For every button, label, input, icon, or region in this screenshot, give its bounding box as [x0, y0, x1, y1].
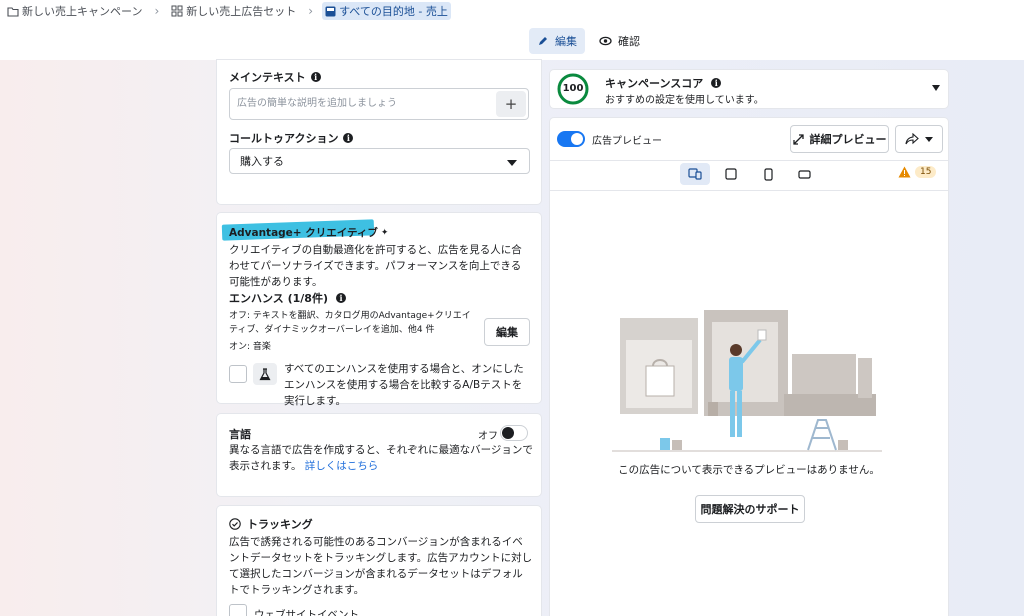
flask-icon — [259, 367, 271, 380]
campaign-score-subtitle: おすすめの設定を使用しています。 — [605, 95, 764, 106]
warning-indicator[interactable]: 15 — [898, 166, 937, 178]
mode-tabs: 編集 確認 — [529, 28, 648, 54]
advantage-title-row: Advantage+ クリエイティブ ✦ — [229, 225, 388, 240]
chevron-right-icon: › — [154, 4, 160, 18]
tab-review[interactable]: 確認 — [591, 28, 648, 54]
phone-icon — [763, 167, 773, 181]
ab-test-description: すべてのエンハンスを使用する場合と、オンにしたエンハンスを使用する場合を比較する… — [284, 363, 524, 407]
chevron-right-icon: › — [308, 4, 314, 18]
device-vertical-button[interactable] — [753, 163, 783, 185]
tracking-heading: トラッキング — [229, 516, 313, 532]
pencil-icon — [539, 37, 547, 45]
website-events-checkbox[interactable] — [229, 604, 247, 616]
breadcrumb-ad-label: すべての目的地 - 売上 — [339, 5, 448, 18]
grid-icon — [171, 5, 183, 17]
breadcrumb-ad[interactable]: すべての目的地 - 売上 — [322, 2, 451, 20]
devices-icon — [688, 168, 702, 180]
preview-toggle[interactable] — [557, 131, 585, 147]
cta-label: コールトゥアクション — [229, 132, 339, 145]
info-icon[interactable]: i — [343, 133, 354, 143]
cta-select[interactable]: 購入する — [229, 148, 530, 174]
language-description-text: 異なる言語で広告を作成すると、それぞれに最適なバージョンで表示されます。 — [229, 444, 533, 472]
tab-edit[interactable]: 編集 — [529, 28, 585, 54]
device-square-button[interactable] — [716, 163, 746, 185]
check-circle-icon — [229, 518, 241, 530]
add-main-text-button[interactable]: + — [496, 91, 526, 117]
caret-down-icon — [507, 160, 517, 166]
eye-icon — [599, 36, 612, 46]
tab-review-label: 確認 — [618, 35, 640, 48]
language-description: 異なる言語で広告を作成すると、それぞれに最適なバージョンで表示されます。 詳しく… — [229, 442, 533, 474]
tracking-description: 広告で誘発される可能性のあるコンバージョンが含まれるイベントデータセットをトラッ… — [229, 536, 533, 596]
score-value: 100 — [562, 83, 584, 94]
warning-count: 15 — [915, 166, 937, 178]
main-text-heading: メインテキスト i — [229, 69, 321, 85]
share-button[interactable] — [895, 125, 943, 153]
enhance-off-text: オフ: テキストを翻訳、カタログ用のAdvantage+クリエイティブ、ダイナミ… — [229, 311, 471, 335]
language-toggle-label: オフ — [478, 431, 498, 442]
enhance-on-text: オン: 音楽 — [229, 342, 271, 352]
warning-icon — [898, 166, 911, 178]
info-icon[interactable]: i — [711, 78, 722, 88]
plus-icon: + — [504, 95, 518, 113]
ab-test-icon-box — [253, 363, 277, 385]
chevron-down-icon[interactable] — [932, 85, 940, 91]
sparkle-icon: ✦ — [380, 227, 389, 238]
tab-edit-label: 編集 — [555, 35, 577, 48]
ab-test-checkbox[interactable] — [229, 365, 247, 383]
tracking-title: トラッキング — [247, 518, 313, 531]
website-events-label: ウェブサイトイベント — [254, 609, 359, 616]
empty-preview-message: この広告について表示できるプレビューはありません。 — [618, 464, 880, 476]
info-icon[interactable]: i — [310, 72, 321, 82]
landscape-icon — [797, 169, 811, 179]
device-horizontal-button[interactable] — [789, 163, 819, 185]
folder-icon — [7, 6, 19, 17]
edit-enhance-button[interactable]: 編集 — [484, 318, 530, 346]
language-title: 言語 — [229, 428, 251, 441]
square-icon — [725, 168, 737, 180]
learn-more-link[interactable]: 詳しくはこちら — [305, 460, 379, 472]
preview-toggle-label: 広告プレビュー — [592, 136, 662, 147]
preview-header-divider — [550, 160, 948, 161]
breadcrumb: 新しい売上キャンペーン › 新しい売上広告セット › すべての目的地 - 売上 — [4, 2, 451, 20]
detail-preview-button[interactable]: 詳細プレビュー — [790, 125, 889, 153]
info-icon[interactable]: i — [336, 293, 346, 303]
breadcrumb-adset-label: 新しい売上広告セット — [186, 5, 297, 18]
cta-heading: コールトゥアクション i — [229, 130, 354, 146]
cta-value: 購入する — [240, 155, 284, 168]
advantage-description: クリエイティブの自動最適化を許可すると、広告を見る人に合わせてパーソナライズでき… — [229, 244, 522, 288]
troubleshooting-support-button[interactable]: 問題解決のサポート — [695, 495, 805, 523]
text-cta-card: メインテキスト i 広告の簡単な説明を追加しましょう + コールトゥアクション … — [217, 60, 541, 204]
language-toggle[interactable] — [500, 425, 528, 441]
breadcrumb-campaign-label: 新しい売上キャンペーン — [22, 5, 143, 18]
campaign-score-card[interactable]: 100 キャンペーンスコア i おすすめの設定を使用しています。 — [550, 70, 948, 108]
main-text-placeholder: 広告の簡単な説明を追加しましょう — [237, 98, 397, 109]
chevron-down-icon — [925, 136, 933, 142]
ad-icon — [325, 6, 336, 16]
enhance-label: エンハンス (1/8件) — [229, 292, 328, 305]
expand-icon — [792, 133, 804, 145]
enhance-heading: エンハンス (1/8件) i — [229, 290, 346, 306]
toggle-knob — [571, 133, 583, 145]
detail-preview-label: 詳細プレビュー — [809, 133, 887, 146]
breadcrumb-campaign[interactable]: 新しい売上キャンペーン — [4, 2, 145, 20]
advantage-title: Advantage+ クリエイティブ — [229, 227, 378, 239]
device-bar-divider — [550, 190, 948, 191]
breadcrumb-adset[interactable]: 新しい売上広告セット — [168, 2, 299, 20]
main-text-input[interactable]: 広告の簡単な説明を追加しましょう — [229, 88, 529, 120]
device-all-button[interactable] — [680, 163, 710, 185]
campaign-score-heading: キャンペーンスコア i — [605, 75, 722, 91]
empty-preview-illustration — [612, 310, 882, 452]
share-icon — [905, 133, 919, 145]
campaign-score-title: キャンペーンスコア — [605, 77, 704, 90]
toggle-knob — [502, 427, 514, 439]
main-text-label: メインテキスト — [229, 71, 306, 84]
